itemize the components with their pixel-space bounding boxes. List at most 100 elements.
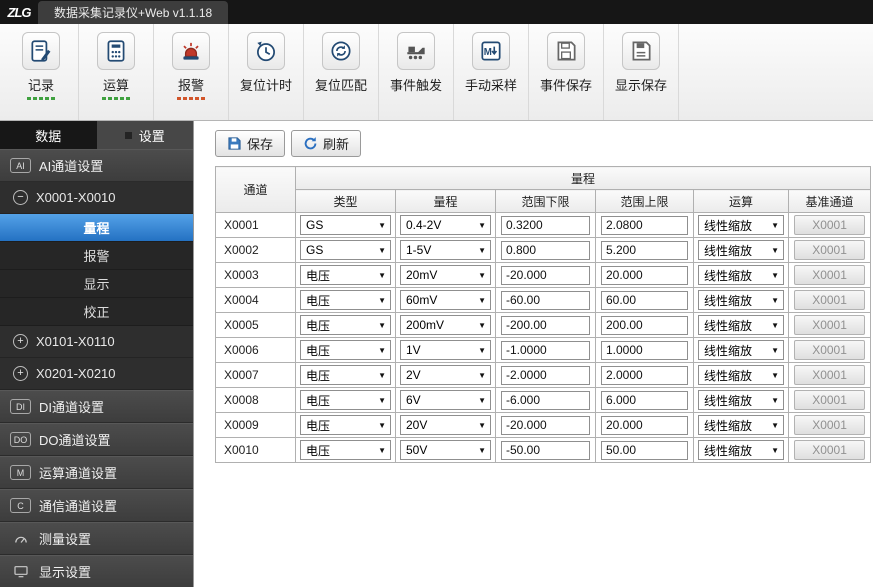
toolbar-display-save-button[interactable]: 显示保存	[604, 24, 679, 120]
type-select[interactable]: GS▼	[300, 215, 391, 235]
lower-limit-input[interactable]	[501, 391, 590, 410]
type-select[interactable]: GS▼	[300, 240, 391, 260]
tab-settings[interactable]: 设置	[97, 121, 194, 149]
chevron-down-icon: ▼	[770, 296, 780, 305]
lower-limit-input[interactable]	[501, 216, 590, 235]
refresh-button[interactable]: 刷新	[291, 130, 361, 157]
upper-limit-input[interactable]	[601, 441, 688, 460]
operation-select[interactable]: 线性缩放▼	[698, 415, 784, 435]
refresh-icon	[303, 136, 318, 151]
toolbar-label: 手动采样	[465, 75, 517, 94]
col-header-reference: 基准通道	[789, 190, 871, 213]
type-select[interactable]: 电压▼	[300, 265, 391, 285]
save-button[interactable]: 保存	[215, 130, 285, 157]
toolbar-reset-timer-button[interactable]: 复位计时	[229, 24, 304, 120]
lower-limit-input[interactable]	[501, 416, 590, 435]
type-select[interactable]: 电压▼	[300, 440, 391, 460]
sidebar-item-display-settings[interactable]: 显示设置	[0, 555, 193, 587]
expand-icon[interactable]: +	[13, 366, 28, 381]
expand-icon[interactable]: +	[13, 334, 28, 349]
reference-channel-button: X0001	[794, 415, 865, 435]
toolbar-event-trigger-button[interactable]: 事件触发	[379, 24, 454, 120]
operation-select[interactable]: 线性缩放▼	[698, 265, 784, 285]
upper-limit-input[interactable]	[601, 266, 688, 285]
chevron-down-icon: ▼	[477, 446, 487, 455]
manual-sample-icon: M	[472, 32, 510, 70]
collapse-icon[interactable]: −	[13, 190, 28, 205]
toolbar: 记录运算报警复位计时复位匹配事件触发 M 手动采样事件保存显示保存	[0, 24, 873, 121]
sidebar-item-do-channel-settings[interactable]: DODO通道设置	[0, 423, 193, 456]
range-select[interactable]: 1-5V▼	[400, 240, 491, 260]
tab-data[interactable]: 数据	[0, 121, 97, 149]
toolbar-alarm-button[interactable]: 报警	[154, 24, 229, 120]
operation-select[interactable]: 线性缩放▼	[698, 215, 784, 235]
lower-limit-input[interactable]	[501, 266, 590, 285]
range-select[interactable]: 20mV▼	[400, 265, 491, 285]
toolbar-label: 复位计时	[240, 75, 292, 94]
toolbar-manual-sample-button[interactable]: M 手动采样	[454, 24, 529, 120]
range-select[interactable]: 20V▼	[400, 415, 491, 435]
sidebar-item-ai-channel-settings[interactable]: AIAI通道设置	[0, 149, 193, 182]
lower-limit-input[interactable]	[501, 366, 590, 385]
col-header-upper: 范围上限	[596, 190, 694, 213]
sidebar-item-calibration-page[interactable]: 校正	[0, 298, 193, 326]
range-select[interactable]: 60mV▼	[400, 290, 491, 310]
toolbar-event-save-button[interactable]: 事件保存	[529, 24, 604, 120]
upper-limit-input[interactable]	[601, 241, 688, 260]
type-select[interactable]: 电压▼	[300, 390, 391, 410]
lower-limit-input[interactable]	[501, 241, 590, 260]
upper-limit-input[interactable]	[601, 316, 688, 335]
upper-limit-input[interactable]	[601, 391, 688, 410]
toolbar-record-button[interactable]: 记录	[4, 24, 79, 120]
channel-label: X0006	[216, 338, 296, 363]
sidebar-item-display-page[interactable]: 显示	[0, 270, 193, 298]
chevron-down-icon: ▼	[377, 221, 387, 230]
lower-limit-input[interactable]	[501, 316, 590, 335]
operation-select[interactable]: 线性缩放▼	[698, 365, 784, 385]
channel-label: X0009	[216, 413, 296, 438]
sidebar-item-di-channel-settings[interactable]: DIDI通道设置	[0, 390, 193, 423]
type-select[interactable]: 电压▼	[300, 290, 391, 310]
sidebar-item-measure-settings[interactable]: 测量设置	[0, 522, 193, 555]
upper-limit-input[interactable]	[601, 291, 688, 310]
operation-select[interactable]: 线性缩放▼	[698, 240, 784, 260]
range-select[interactable]: 2V▼	[400, 365, 491, 385]
lower-limit-input[interactable]	[501, 341, 590, 360]
upper-limit-input[interactable]	[601, 366, 688, 385]
type-select[interactable]: 电压▼	[300, 415, 391, 435]
range-select[interactable]: 0.4-2V▼	[400, 215, 491, 235]
refresh-button-label: 刷新	[323, 134, 349, 153]
sidebar-item-channel-x0101-x0110[interactable]: +X0101-X0110	[0, 326, 193, 358]
tab-settings-label: 设置	[139, 126, 165, 145]
event-trigger-icon	[397, 32, 435, 70]
operation-select[interactable]: 线性缩放▼	[698, 290, 784, 310]
range-select[interactable]: 200mV▼	[400, 315, 491, 335]
upper-limit-input[interactable]	[601, 416, 688, 435]
operation-select[interactable]: 线性缩放▼	[698, 390, 784, 410]
type-select[interactable]: 电压▼	[300, 365, 391, 385]
compute-icon	[97, 32, 135, 70]
upper-limit-input[interactable]	[601, 341, 688, 360]
sidebar-item-range-page[interactable]: 量程	[0, 214, 193, 242]
toolbar-reset-match-button[interactable]: 复位匹配	[304, 24, 379, 120]
type-select[interactable]: 电压▼	[300, 315, 391, 335]
sidebar-item-alarm-page[interactable]: 报警	[0, 242, 193, 270]
operation-select[interactable]: 线性缩放▼	[698, 315, 784, 335]
sidebar-item-math-channel-settings[interactable]: M运算通道设置	[0, 456, 193, 489]
range-select[interactable]: 6V▼	[400, 390, 491, 410]
operation-select[interactable]: 线性缩放▼	[698, 440, 784, 460]
sidebar-tree: AIAI通道设置−X0001-X0010量程报警显示校正+X0101-X0110…	[0, 149, 193, 587]
sidebar-item-channel-x0201-x0210[interactable]: +X0201-X0210	[0, 358, 193, 390]
sidebar-item-comm-channel-settings[interactable]: C通信通道设置	[0, 489, 193, 522]
table-row: X0006电压▼1V▼线性缩放▼X0001	[216, 338, 871, 363]
range-select[interactable]: 1V▼	[400, 340, 491, 360]
lower-limit-input[interactable]	[501, 441, 590, 460]
toolbar-compute-button[interactable]: 运算	[79, 24, 154, 120]
range-select[interactable]: 50V▼	[400, 440, 491, 460]
chevron-down-icon: ▼	[377, 296, 387, 305]
upper-limit-input[interactable]	[601, 216, 688, 235]
operation-select[interactable]: 线性缩放▼	[698, 340, 784, 360]
type-select[interactable]: 电压▼	[300, 340, 391, 360]
lower-limit-input[interactable]	[501, 291, 590, 310]
sidebar-item-channel-x0001-x0010[interactable]: −X0001-X0010	[0, 182, 193, 214]
